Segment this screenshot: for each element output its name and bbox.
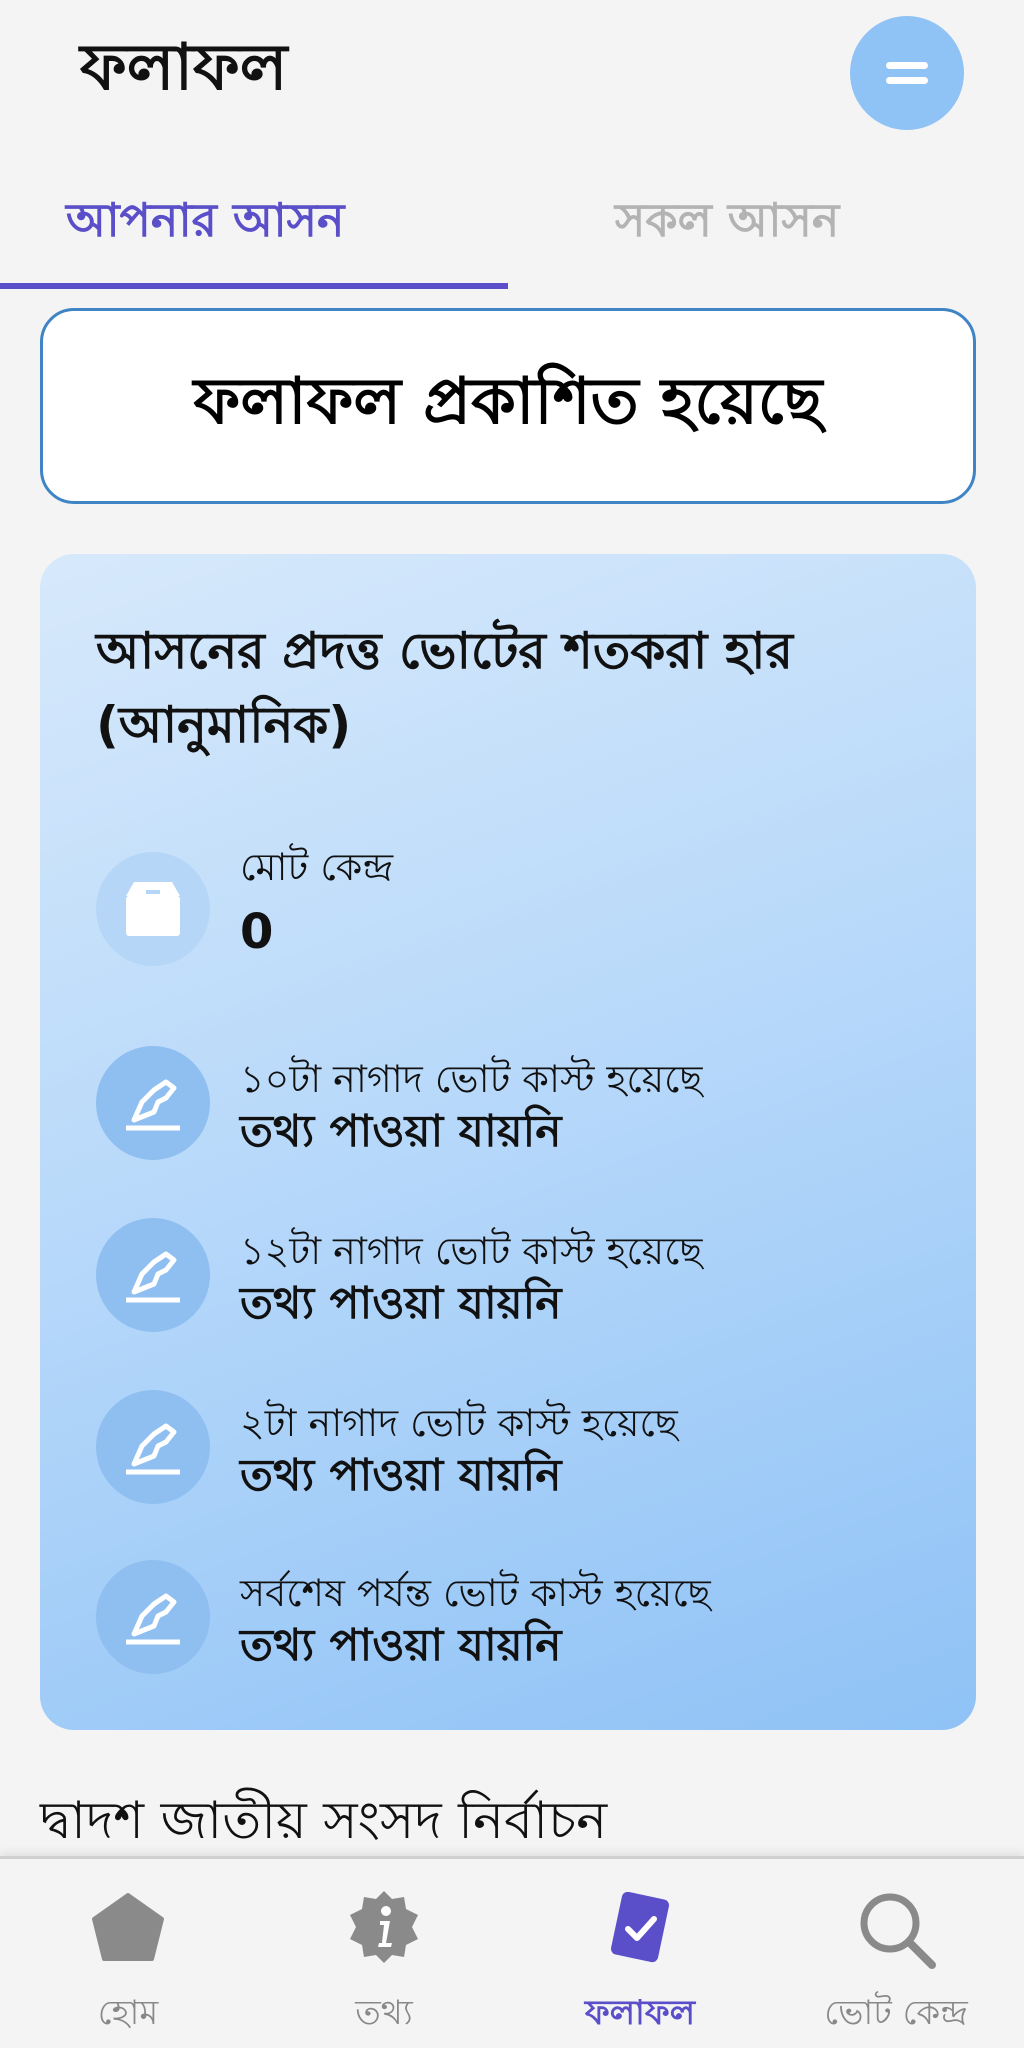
turnout-card-title: আসনের প্রদত্ত ভোটের শতকরা হার (আনুমানিক)	[96, 622, 794, 754]
bottom-nav: হোম তথ্য ফলাফল ভোট কেন্দ্র	[0, 1856, 1024, 2048]
ballot-box-icon	[96, 852, 210, 966]
nav-item-info[interactable]: তথ্য	[256, 1859, 512, 2048]
turnout-row: ১০টা নাগাদ ভোট কাস্ট হয়েছে তথ্য পাওয়া …	[96, 1046, 936, 1166]
turnout-row-value: তথ্য পাওয়া যায়নি	[240, 1450, 562, 1501]
total-centers-label: মোট কেন্দ্র	[240, 845, 394, 889]
nav-item-results[interactable]: ফলাফল	[512, 1859, 768, 2048]
nav-label-home: হোম	[97, 1993, 159, 2033]
results-icon	[600, 1887, 680, 1971]
result-status-box: ফলাফল প্রকাশিত হয়েছে	[40, 308, 976, 504]
vote-cast-icon	[96, 1390, 210, 1504]
vote-cast-icon	[96, 1046, 210, 1160]
info-icon	[344, 1887, 424, 1971]
turnout-row: সর্বশেষ পর্যন্ত ভোট কাস্ট হয়েছে তথ্য পা…	[96, 1560, 936, 1680]
result-status-text: ফলাফল প্রকাশিত হয়েছে	[193, 364, 823, 439]
turnout-row-value: তথ্য পাওয়া যায়নি	[240, 1106, 562, 1157]
active-tab-indicator	[0, 283, 508, 289]
search-icon	[854, 1887, 938, 1975]
nav-label-polling-center: ভোট কেন্দ্র	[824, 1993, 968, 2033]
page-title: ফলাফল	[80, 31, 288, 105]
turnout-row-value: তথ্য পাওয়া যায়নি	[240, 1620, 562, 1671]
total-centers-value: 0	[240, 904, 274, 960]
vote-cast-icon	[96, 1560, 210, 1674]
turnout-row: ১২টা নাগাদ ভোট কাস্ট হয়েছে তথ্য পাওয়া …	[96, 1218, 936, 1338]
tab-all-seats[interactable]: সকল আসন	[615, 180, 839, 260]
nav-label-results: ফলাফল	[584, 1993, 696, 2033]
election-title: দ্বাদশ জাতীয় সংসদ নির্বাচন	[40, 1791, 608, 1851]
nav-label-info: তথ্য	[355, 1993, 413, 2033]
nav-item-home[interactable]: হোম	[0, 1859, 256, 2048]
turnout-card: আসনের প্রদত্ত ভোটের শতকরা হার (আনুমানিক)…	[40, 554, 976, 1730]
menu-button[interactable]	[850, 16, 964, 130]
total-centers-row: মোট কেন্দ্র 0	[96, 844, 936, 966]
nav-item-polling-center[interactable]: ভোট কেন্দ্র	[768, 1859, 1024, 2048]
turnout-row: ২টা নাগাদ ভোট কাস্ট হয়েছে তথ্য পাওয়া য…	[96, 1390, 936, 1510]
tab-bar: আপনার আসন সকল আসন	[0, 170, 1024, 290]
home-icon	[88, 1887, 168, 1971]
turnout-row-value: তথ্য পাওয়া যায়নি	[240, 1278, 562, 1329]
vote-cast-icon	[96, 1218, 210, 1332]
tab-your-seat[interactable]: আপনার আসন	[66, 180, 345, 260]
